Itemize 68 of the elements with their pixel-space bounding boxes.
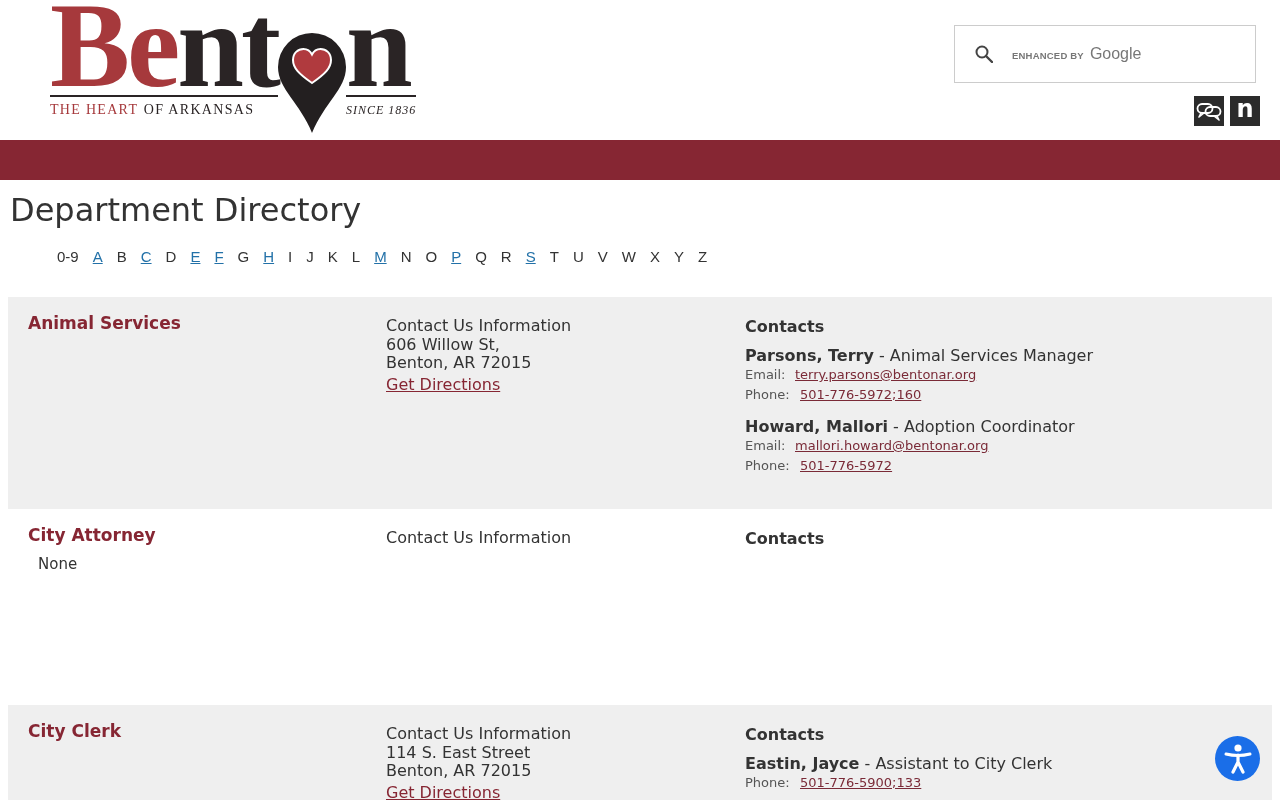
phone-label: Phone: — [745, 774, 791, 792]
letter-text: K — [327, 247, 338, 267]
logo-since-text: SINCE 1836 — [346, 102, 417, 119]
address-line: 606 Willow St, — [386, 335, 500, 354]
search-field[interactable]: ENHANCED BY Google — [954, 25, 1256, 83]
contact-name-title: Howard, Mallori - Adoption Coordinator — [745, 417, 1075, 436]
letter-text: O — [425, 247, 438, 267]
letter-text: Z — [697, 247, 708, 267]
letter-text: B — [116, 247, 127, 267]
letter-text: N — [400, 247, 412, 267]
contact-info-heading: Contact Us Information — [386, 317, 572, 336]
directions-link[interactable]: Get Directions — [386, 783, 501, 800]
letter-text: I — [288, 247, 293, 267]
contacts-heading: Contacts — [745, 725, 825, 744]
letter-link[interactable]: E — [190, 247, 201, 267]
letter-link[interactable]: M — [374, 247, 387, 267]
email-label: Email: — [745, 366, 787, 384]
address-line: Benton, AR 72015 — [386, 762, 532, 781]
phone-link[interactable]: 501-776-5972;160 — [800, 385, 922, 405]
letter-text: 0-9 — [57, 247, 79, 267]
search-branding: ENHANCED BY Google — [1012, 44, 1142, 64]
search-icon — [975, 45, 993, 63]
logo-wordmark: n — [346, 0, 410, 92]
letter-link[interactable]: A — [92, 247, 103, 267]
letter-link[interactable]: S — [525, 247, 536, 267]
letter-text: R — [500, 247, 512, 267]
logo-wordmark: Bent — [50, 0, 278, 92]
logo-tagline: THE HEART OF ARKANSAS — [50, 101, 255, 119]
department-description: None — [38, 555, 78, 574]
letter-text: T — [549, 247, 559, 267]
map-pin-heart-icon — [278, 33, 346, 133]
department-name: City Attorney — [28, 524, 156, 547]
person-icon — [1223, 743, 1252, 774]
phone-link[interactable]: 501-776-5900;133 — [800, 773, 922, 793]
letter-text: X — [649, 247, 660, 267]
department-name: City Clerk — [28, 720, 121, 743]
page-title: Department Directory — [10, 191, 362, 229]
letter-text: V — [597, 247, 608, 267]
contact-info-heading: Contact Us Information — [386, 529, 572, 548]
address-line: Benton, AR 72015 — [386, 354, 532, 373]
address-line: 114 S. East Street — [386, 743, 531, 762]
contacts-heading: Contacts — [745, 317, 825, 336]
email-label: Email: — [745, 437, 787, 455]
contact-name-title: Eastin, Jayce - Assistant to City Clerk — [745, 754, 1053, 773]
phone-label: Phone: — [745, 386, 791, 404]
department-name: Animal Services — [28, 312, 181, 335]
letter-link[interactable]: C — [140, 247, 152, 267]
chat-bubbles-icon[interactable] — [1194, 96, 1224, 126]
contact-info-heading: Contact Us Information — [386, 725, 572, 744]
letter-text: W — [621, 247, 636, 267]
letter-link[interactable]: P — [451, 247, 462, 267]
letter-text: Y — [673, 247, 684, 267]
letter-text: G — [237, 247, 250, 267]
contacts-heading: Contacts — [745, 529, 825, 548]
letter-text: J — [306, 247, 314, 267]
letter-link[interactable]: F — [214, 247, 224, 267]
phone-label: Phone: — [745, 457, 791, 475]
letter-text: L — [351, 247, 361, 267]
letter-text: Q — [475, 247, 487, 267]
contact-name-title: Parsons, Terry - Animal Services Manager — [745, 346, 1093, 365]
letter-text: U — [572, 247, 584, 267]
phone-link[interactable]: 501-776-5972 — [800, 456, 893, 476]
email-link[interactable]: mallori.howard@bentonar.org — [795, 436, 989, 456]
directions-link[interactable]: Get Directions — [386, 375, 501, 393]
letter-link[interactable]: H — [263, 247, 275, 267]
social-link[interactable]: n — [1230, 96, 1260, 126]
letter-text: D — [165, 247, 177, 267]
email-link[interactable]: terry.parsons@bentonar.org — [795, 365, 977, 385]
